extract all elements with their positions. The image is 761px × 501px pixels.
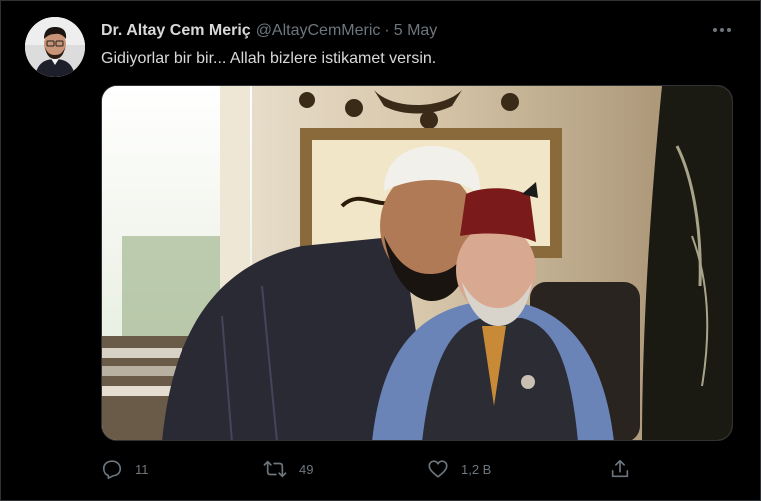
retweet-button[interactable]: 49	[263, 457, 313, 481]
more-dot	[713, 28, 717, 32]
reply-button[interactable]: 11	[101, 457, 149, 481]
reply-icon	[102, 460, 122, 479]
tweet-photo[interactable]	[101, 85, 733, 441]
more-dot	[727, 28, 731, 32]
user-handle[interactable]: @AltayCemMeric	[256, 21, 381, 41]
tweet-card[interactable]: Dr. Altay Cem Meriç @AltayCemMeric · 5 M…	[0, 0, 761, 501]
retweet-count: 49	[299, 461, 314, 477]
retweet-icon	[263, 460, 287, 478]
more-options-icon[interactable]	[709, 19, 735, 41]
avatar-image	[25, 17, 85, 77]
reply-count: 11	[135, 461, 149, 477]
photo-image	[102, 86, 732, 440]
avatar[interactable]	[25, 17, 85, 77]
tweet-date[interactable]: 5 May	[394, 21, 438, 41]
display-name[interactable]: Dr. Altay Cem Meriç	[101, 21, 251, 41]
more-dot	[720, 28, 724, 32]
share-button[interactable]	[609, 457, 631, 481]
share-icon	[611, 459, 629, 478]
like-button[interactable]: 1,2 B	[427, 457, 491, 481]
heart-icon	[428, 460, 448, 478]
tweet-header: Dr. Altay Cem Meriç @AltayCemMeric · 5 M…	[101, 21, 437, 41]
tweet-text: Gidiyorlar bir bir... Allah bizlere isti…	[101, 50, 437, 67]
like-count: 1,2 B	[461, 461, 492, 477]
tweet-actions: 11 49 1,2 B	[101, 457, 641, 481]
separator-dot: ·	[384, 22, 390, 39]
